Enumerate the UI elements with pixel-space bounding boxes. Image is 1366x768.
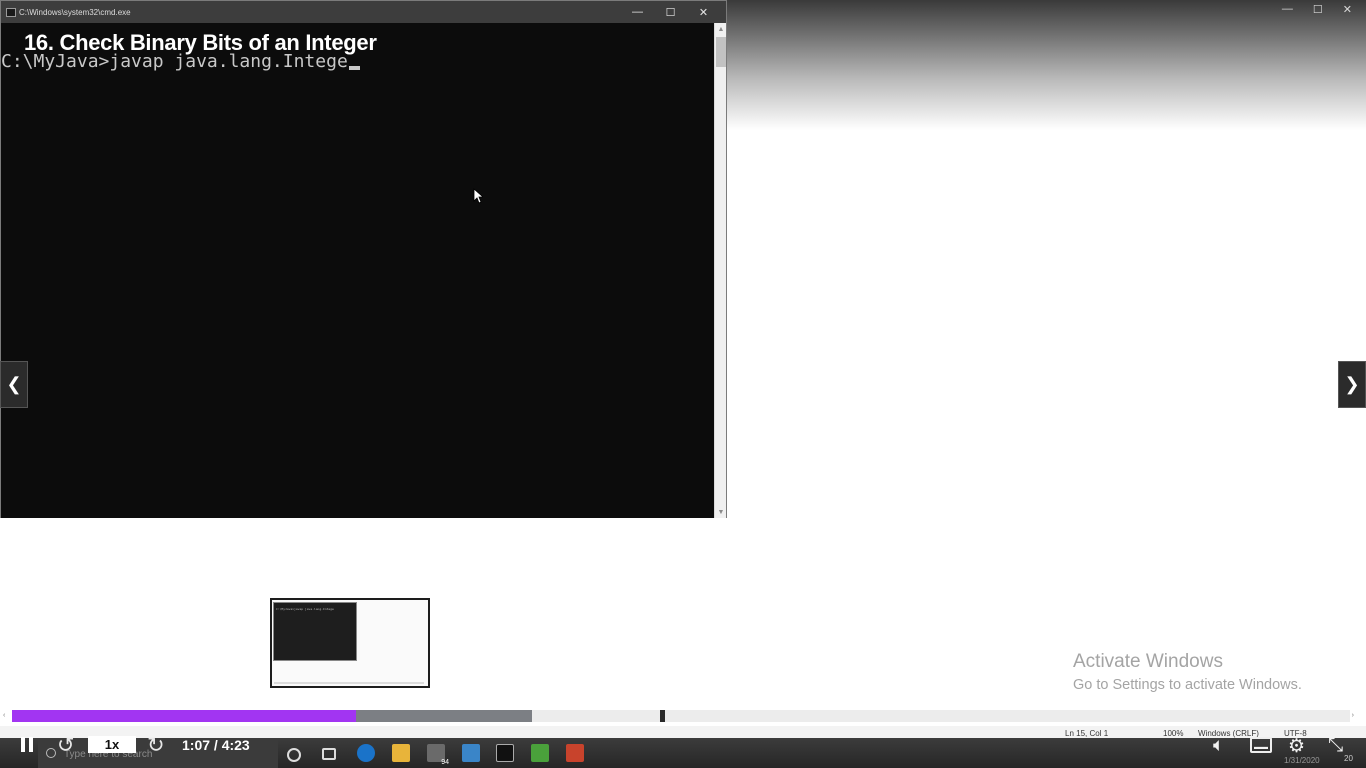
cmd-scrollbar[interactable]: ▲ ▼ bbox=[714, 23, 726, 518]
maximize-icon: ☐ bbox=[1312, 4, 1323, 16]
cmd-window[interactable]: C:\Windows\system32\cmd.exe — ☐ ✕ 16. Ch… bbox=[0, 0, 727, 518]
minimize-icon: — bbox=[1281, 3, 1293, 15]
green-app-icon[interactable] bbox=[531, 744, 549, 762]
next-slide-button[interactable]: ❯ bbox=[1338, 361, 1366, 408]
seek-thumbnail-preview: C:\MyJava>javap java.lang.Intege bbox=[270, 598, 430, 688]
scroll-up-icon[interactable]: ▲ bbox=[715, 23, 727, 35]
settings-button[interactable]: ⚙ bbox=[1288, 735, 1305, 758]
thumbnail-command-text: C:\MyJava>javap java.lang.Intege bbox=[276, 607, 334, 611]
cortana-icon[interactable] bbox=[287, 748, 301, 762]
activate-windows-watermark: Activate Windows Go to Settings to activ… bbox=[1073, 651, 1302, 693]
scroll-down-icon[interactable]: ▼ bbox=[715, 506, 727, 518]
background-window-controls: — ☐ ✕ bbox=[1282, 3, 1352, 16]
playback-speed-button[interactable]: 1x bbox=[88, 736, 136, 753]
search-icon bbox=[46, 748, 56, 758]
captions-icon: ▬▬ bbox=[1254, 744, 1268, 751]
command-text: C:\MyJava>javap java.lang.Intege bbox=[1, 51, 348, 72]
chevron-right-icon: ❯ bbox=[1344, 374, 1360, 394]
edge-icon[interactable] bbox=[357, 744, 375, 762]
notification-count: 20 bbox=[1344, 754, 1353, 763]
task-view-icon[interactable] bbox=[322, 748, 336, 760]
scroll-thumb[interactable] bbox=[716, 37, 726, 67]
close-icon: ✕ bbox=[1342, 4, 1352, 16]
thumbnail-terminal: C:\MyJava>javap java.lang.Intege bbox=[273, 602, 357, 661]
scroll-right-icon: › bbox=[1351, 712, 1354, 719]
thumbnail-statusbar bbox=[274, 682, 424, 684]
rewind-button[interactable]: ↺ bbox=[57, 733, 75, 758]
zoom-level: 100% bbox=[1163, 729, 1184, 738]
mouse-pointer-icon bbox=[473, 188, 483, 204]
text-cursor bbox=[348, 66, 360, 70]
app-icon[interactable] bbox=[462, 744, 480, 762]
time-display: 1:07 / 4:23 bbox=[182, 737, 250, 753]
watermark-title: Activate Windows bbox=[1073, 651, 1223, 672]
chevron-left-icon: ❮ bbox=[6, 374, 22, 394]
terminal-output[interactable]: 16. Check Binary Bits of an Integer C:\M… bbox=[1, 23, 715, 518]
pause-icon bbox=[21, 737, 25, 752]
cursor-position: Ln 15, Col 1 bbox=[1065, 729, 1109, 738]
forward-button[interactable]: ↻ bbox=[147, 733, 165, 758]
minimize-button[interactable]: — bbox=[621, 1, 654, 23]
cmd-icon bbox=[6, 7, 16, 17]
volume-button[interactable]: 🔈︎ bbox=[1213, 735, 1224, 757]
cmd-taskbar-icon[interactable] bbox=[496, 744, 514, 762]
command-line: C:\MyJava>javap java.lang.Intege bbox=[1, 51, 360, 72]
seek-bar[interactable] bbox=[12, 710, 1350, 722]
pause-button[interactable] bbox=[21, 737, 39, 755]
mail-icon[interactable]: 94 bbox=[427, 744, 449, 766]
previous-slide-button[interactable]: ❮ bbox=[0, 361, 28, 408]
played-progress bbox=[12, 710, 356, 722]
maximize-button[interactable]: ☐ bbox=[654, 1, 687, 23]
red-app-icon[interactable] bbox=[566, 744, 584, 762]
captions-button[interactable]: ▬▬ bbox=[1250, 737, 1272, 753]
cmd-window-title: C:\Windows\system32\cmd.exe bbox=[19, 7, 131, 17]
scroll-left-icon: ‹ bbox=[3, 712, 6, 719]
mail-badge: 94 bbox=[441, 759, 449, 766]
close-button[interactable]: ✕ bbox=[687, 1, 720, 23]
seek-marker[interactable] bbox=[659, 710, 665, 722]
file-explorer-icon[interactable] bbox=[392, 744, 410, 762]
exit-fullscreen-button[interactable]: ⤡ bbox=[1328, 735, 1343, 757]
cmd-titlebar[interactable]: C:\Windows\system32\cmd.exe — ☐ ✕ bbox=[1, 1, 726, 23]
watermark-subtitle: Go to Settings to activate Windows. bbox=[1073, 677, 1302, 693]
